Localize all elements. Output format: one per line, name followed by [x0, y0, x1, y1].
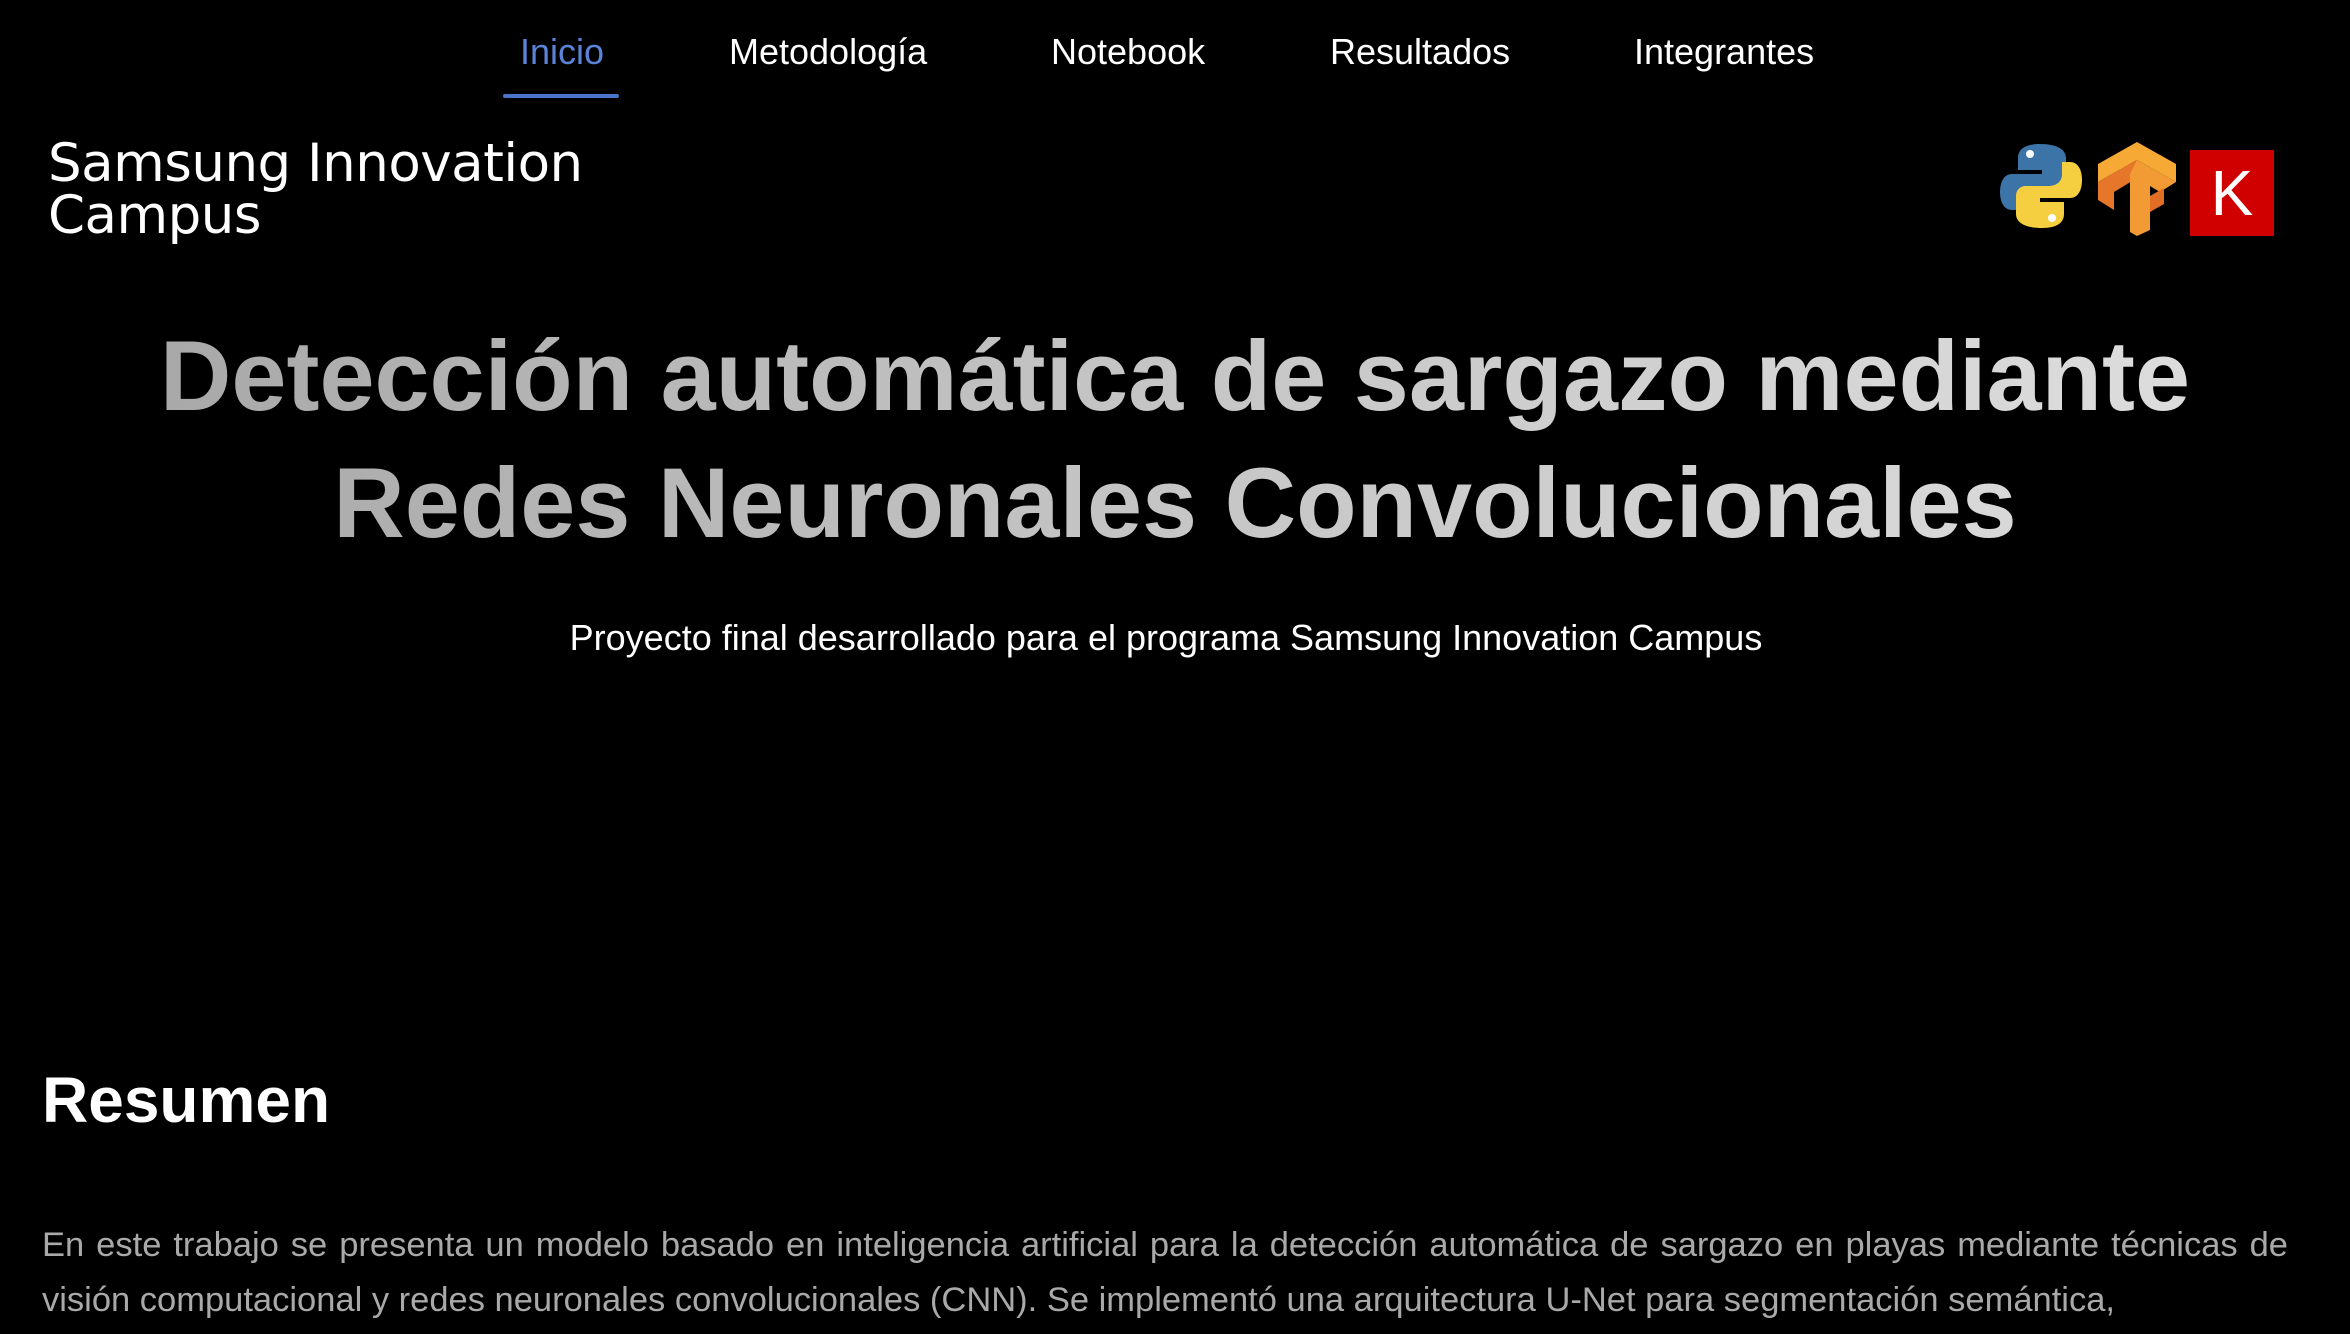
brand-line-1: Samsung Innovation — [48, 133, 583, 194]
page-title-line-1: Detección automática de sargazo mediante — [159, 320, 2191, 431]
nav-item-notebook[interactable]: Notebook — [1051, 28, 1205, 76]
summary-heading: Resumen — [42, 1064, 331, 1136]
keras-icon: K — [2190, 150, 2274, 236]
samsung-innovation-campus-logo: Samsung Innovation Campus — [48, 133, 608, 246]
active-nav-indicator — [503, 94, 619, 98]
page-title: Detección automática de sargazo mediante… — [100, 312, 2250, 566]
page-subtitle: Proyecto final desarrollado para el prog… — [569, 617, 1763, 658]
nav-item-resultados[interactable]: Resultados — [1330, 28, 1510, 76]
brand-line-2: Campus — [48, 185, 261, 246]
top-nav: Inicio Metodología Notebook Resultados I… — [0, 0, 2350, 100]
nav-item-integrantes[interactable]: Integrantes — [1634, 28, 1814, 76]
tech-logos: K — [2000, 140, 2280, 240]
nav-item-inicio[interactable]: Inicio — [520, 28, 604, 76]
page-title-line-2: Redes Neuronales Convolucionales — [333, 447, 2017, 558]
nav-item-metodologia[interactable]: Metodología — [729, 28, 927, 76]
python-icon — [2000, 144, 2082, 228]
tensorflow-icon — [2098, 142, 2176, 236]
summary-text: En este trabajo se presenta un modelo ba… — [42, 1226, 2288, 1319]
